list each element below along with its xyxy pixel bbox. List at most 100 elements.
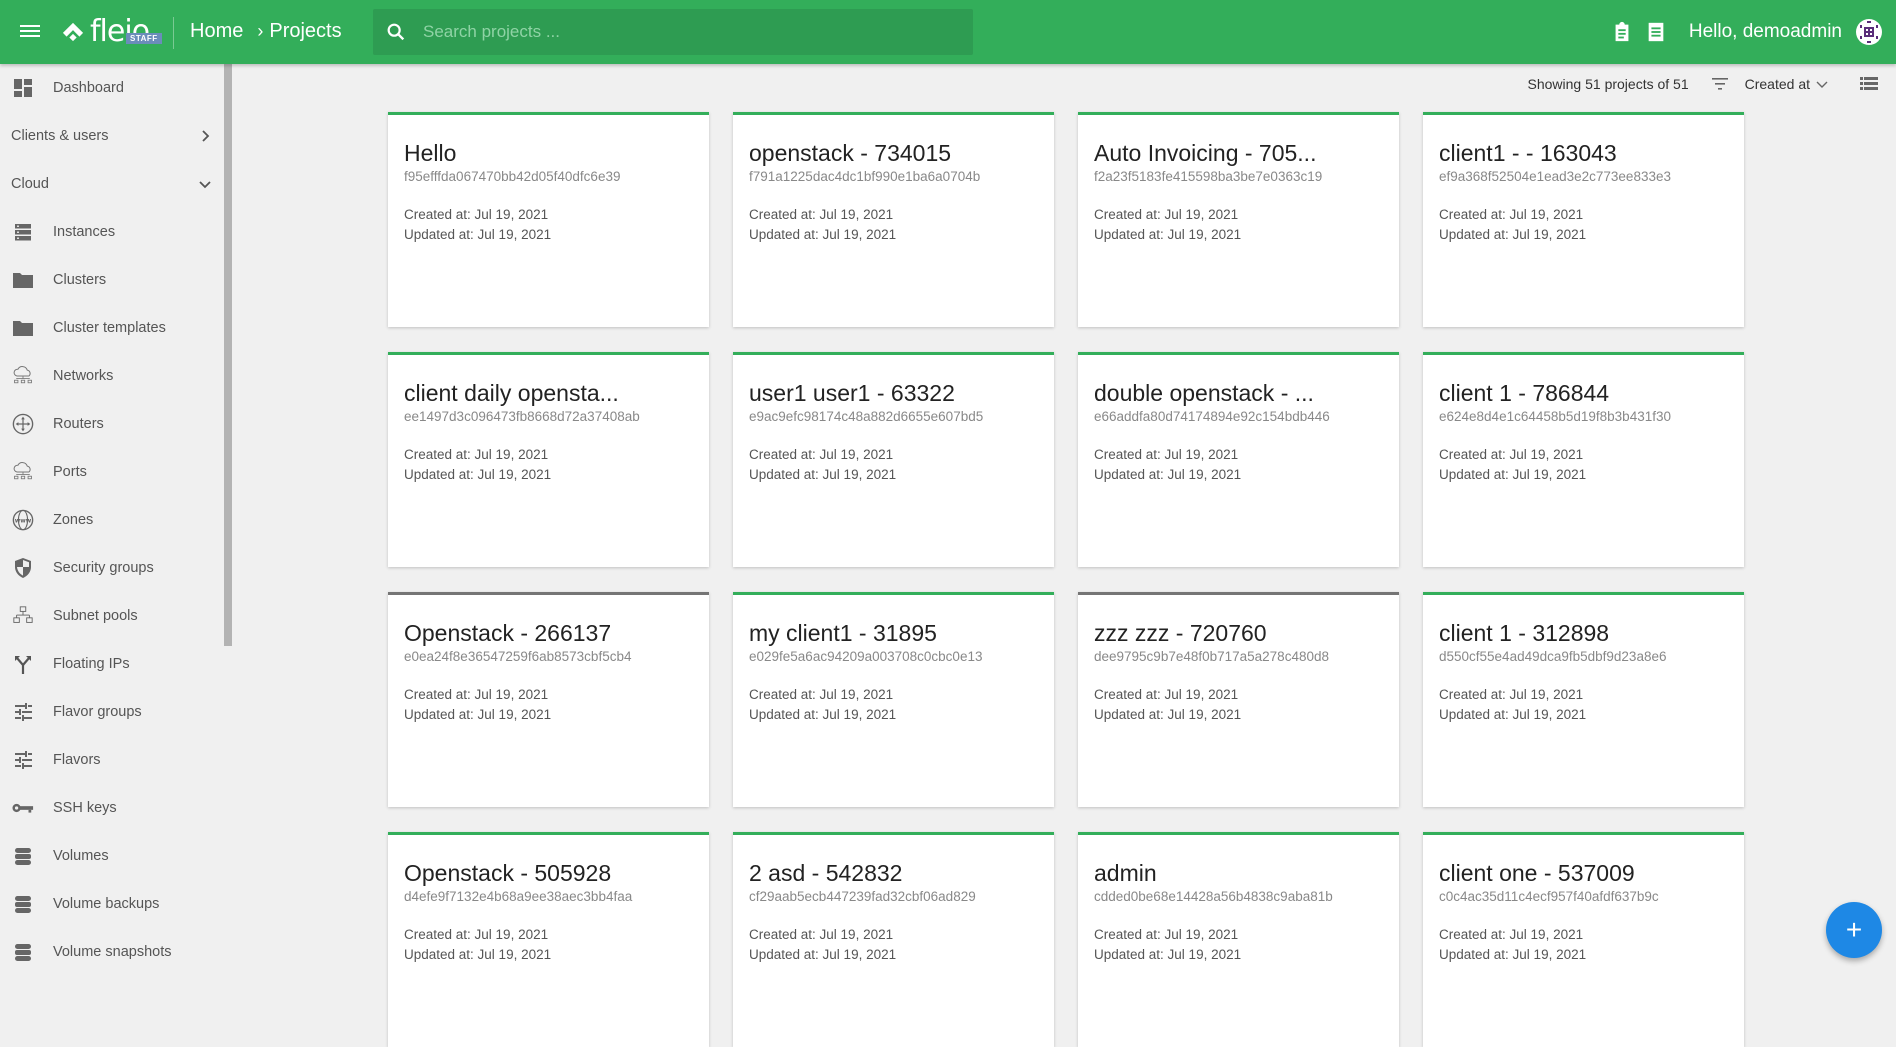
- sidebar: Dashboard Clients & users Cloud Instance…: [0, 64, 232, 972]
- chevron-down-icon: [199, 181, 211, 189]
- project-id: cf29aab5ecb447239fad32cbf06ad829: [749, 889, 976, 904]
- notes-icon[interactable]: [1645, 21, 1667, 43]
- sidebar-group-cloud[interactable]: Cloud: [0, 164, 222, 204]
- project-name: Openstack - 266137: [404, 620, 612, 646]
- project-id: ee1497d3c096473fb8668d72a37408ab: [404, 409, 640, 424]
- created-date: Created at: Jul 19, 2021: [749, 447, 894, 462]
- project-card[interactable]: client1 - - 163043 ef9a368f52504e1ead3e2c…: [1423, 112, 1744, 327]
- updated-date: Updated at: Jul 19, 2021: [404, 707, 552, 722]
- sidebar-item-label: Security groups: [53, 560, 154, 576]
- updated-date: Updated at: Jul 19, 2021: [1094, 227, 1242, 242]
- shield-icon: [12, 557, 34, 579]
- project-card[interactable]: Openstack - 505928 d4efe9f7132e4b68a9ee38…: [388, 832, 709, 1047]
- breadcrumb: Home › Projects: [190, 20, 342, 43]
- created-date: Created at: Jul 19, 2021: [1439, 927, 1584, 942]
- sidebar-item-ssh-keys[interactable]: SSH keys: [0, 788, 222, 828]
- sidebar-item-floating-ips[interactable]: Floating IPs: [0, 644, 222, 684]
- add-icon: +: [1845, 914, 1863, 945]
- project-name: double openstack - ...: [1094, 380, 1314, 406]
- project-card[interactable]: client 1 - 786844 e624e8d4e1c64458b5d19f8…: [1423, 352, 1744, 567]
- sidebar-item-label: Routers: [53, 416, 104, 432]
- list-view-icon[interactable]: [1858, 73, 1880, 95]
- project-name: openstack - 734015: [749, 140, 952, 166]
- sidebar-item-networks[interactable]: Networks: [0, 356, 222, 396]
- project-card[interactable]: client 1 - 312898 d550cf55e4ad49dca9fb5db…: [1423, 592, 1744, 807]
- sidebar-item-flavor-groups[interactable]: Flavor groups: [0, 692, 222, 732]
- top-app-bar: fleio STAFF Home › Projects Hello, demoa…: [0, 0, 1896, 64]
- divider: [173, 17, 174, 49]
- project-id: ef9a368f52504e1ead3e2c773ee833e3: [1439, 169, 1671, 184]
- created-date: Created at: Jul 19, 2021: [749, 207, 894, 222]
- project-id: e0ea24f8e36547259f6ab8573cbf5cb4: [404, 649, 632, 664]
- sidebar-item-ports[interactable]: Ports: [0, 452, 222, 492]
- project-card[interactable]: openstack - 734015 f791a1225dac4dc1bf990e…: [733, 112, 1054, 327]
- updated-date: Updated at: Jul 19, 2021: [1439, 707, 1587, 722]
- search-bar: [373, 9, 973, 55]
- updated-date: Updated at: Jul 19, 2021: [1094, 947, 1242, 962]
- sort-label: Created at: [1744, 76, 1810, 92]
- sidebar-item-flavors[interactable]: Flavors: [0, 740, 222, 780]
- project-name: user1 user1 - 63322: [749, 380, 955, 406]
- updated-date: Updated at: Jul 19, 2021: [1439, 467, 1587, 482]
- add-project-button[interactable]: +: [1826, 902, 1882, 958]
- sidebar-item-routers[interactable]: Routers: [0, 404, 222, 444]
- created-date: Created at: Jul 19, 2021: [1094, 447, 1239, 462]
- sidebar-item-volume-backups[interactable]: Volume backups: [0, 884, 222, 924]
- project-name: 2 asd - 542832: [749, 860, 903, 886]
- project-name: Hello: [404, 140, 457, 166]
- sidebar-item-subnet-pools[interactable]: Subnet pools: [0, 596, 222, 636]
- project-card[interactable]: Openstack - 266137 e0ea24f8e36547259f6ab8…: [388, 592, 709, 807]
- staff-badge: STAFF: [126, 33, 162, 44]
- sidebar-item-clusters[interactable]: Clusters: [0, 260, 222, 300]
- project-card[interactable]: client one - 537009 c0c4ac35d11c4ecf957f4…: [1423, 832, 1744, 1047]
- breadcrumb-projects[interactable]: Projects: [269, 20, 341, 43]
- project-card[interactable]: my client1 - 31895 e029fe5a6ac94209a00370…: [733, 592, 1054, 807]
- sidebar-item-instances[interactable]: Instances: [0, 212, 222, 252]
- search-icon: [387, 23, 405, 41]
- project-card[interactable]: Hello f95efffda067470bb42d05f40dfc6e39 Cre…: [388, 112, 709, 327]
- project-card[interactable]: 2 asd - 542832 cf29aab5ecb447239fad32cbf0…: [733, 832, 1054, 1047]
- clipboard-icon[interactable]: [1611, 21, 1633, 43]
- project-card[interactable]: admin cdded0be68e14428a56b4838c9aba81b Cre…: [1078, 832, 1399, 1047]
- project-card[interactable]: double openstack - ... e66addfa80d7417489…: [1078, 352, 1399, 567]
- folder-icon: [12, 269, 34, 291]
- cloud-network-icon: [12, 365, 34, 387]
- breadcrumb-home[interactable]: Home: [190, 20, 243, 43]
- sidebar-group-label: Cloud: [11, 176, 49, 192]
- created-date: Created at: Jul 19, 2021: [1094, 687, 1239, 702]
- updated-date: Updated at: Jul 19, 2021: [404, 947, 552, 962]
- sidebar-item-label: Dashboard: [53, 80, 124, 96]
- menu-icon[interactable]: [20, 22, 40, 42]
- project-name: client1 - - 163043: [1439, 140, 1617, 166]
- updated-date: Updated at: Jul 19, 2021: [749, 227, 897, 242]
- project-name: admin: [1094, 860, 1157, 886]
- project-name: client 1 - 786844: [1439, 380, 1610, 406]
- sidebar-item-label: Instances: [53, 224, 116, 240]
- sidebar-item-volumes[interactable]: Volumes: [0, 836, 222, 876]
- sidebar-item-security-groups[interactable]: Security groups: [0, 548, 222, 588]
- sidebar-item-label: Clusters: [53, 272, 107, 288]
- sidebar-group-clients-users[interactable]: Clients & users: [0, 116, 222, 156]
- sidebar-item-cluster-templates[interactable]: Cluster templates: [0, 308, 222, 348]
- sidebar-item-label: Volumes: [53, 848, 109, 864]
- project-card[interactable]: client daily opensta... ee1497d3c096473fb…: [388, 352, 709, 567]
- sidebar-scrollbar[interactable]: [224, 64, 232, 646]
- www-globe-icon: www: [12, 509, 34, 531]
- project-card[interactable]: zzz zzz - 720760 dee9795c9b7e48f0b717a5a2…: [1078, 592, 1399, 807]
- sidebar-item-volume-snapshots[interactable]: Volume snapshots: [0, 932, 222, 972]
- avatar[interactable]: [1856, 19, 1882, 45]
- project-card[interactable]: user1 user1 - 63322 e9ac9efc98174c48a882d…: [733, 352, 1054, 567]
- sidebar-item-dashboard[interactable]: Dashboard: [0, 68, 222, 108]
- updated-date: Updated at: Jul 19, 2021: [1439, 947, 1587, 962]
- project-card[interactable]: Auto Invoicing - 705... f2a23f5183fe41559…: [1078, 112, 1399, 327]
- project-name: client daily opensta...: [404, 380, 619, 406]
- filter-icon[interactable]: [1709, 73, 1731, 95]
- sort-dropdown[interactable]: Created at: [1745, 76, 1828, 92]
- fleio-logo[interactable]: fleio STAFF: [60, 14, 162, 49]
- sidebar-item-zones[interactable]: www Zones: [0, 500, 222, 540]
- tune-icon: [12, 701, 34, 723]
- user-greeting[interactable]: Hello, demoadmin: [1689, 21, 1842, 43]
- search-input[interactable]: [423, 22, 973, 42]
- updated-date: Updated at: Jul 19, 2021: [404, 467, 552, 482]
- project-id: f2a23f5183fe415598ba3be7e0363c19: [1094, 169, 1323, 184]
